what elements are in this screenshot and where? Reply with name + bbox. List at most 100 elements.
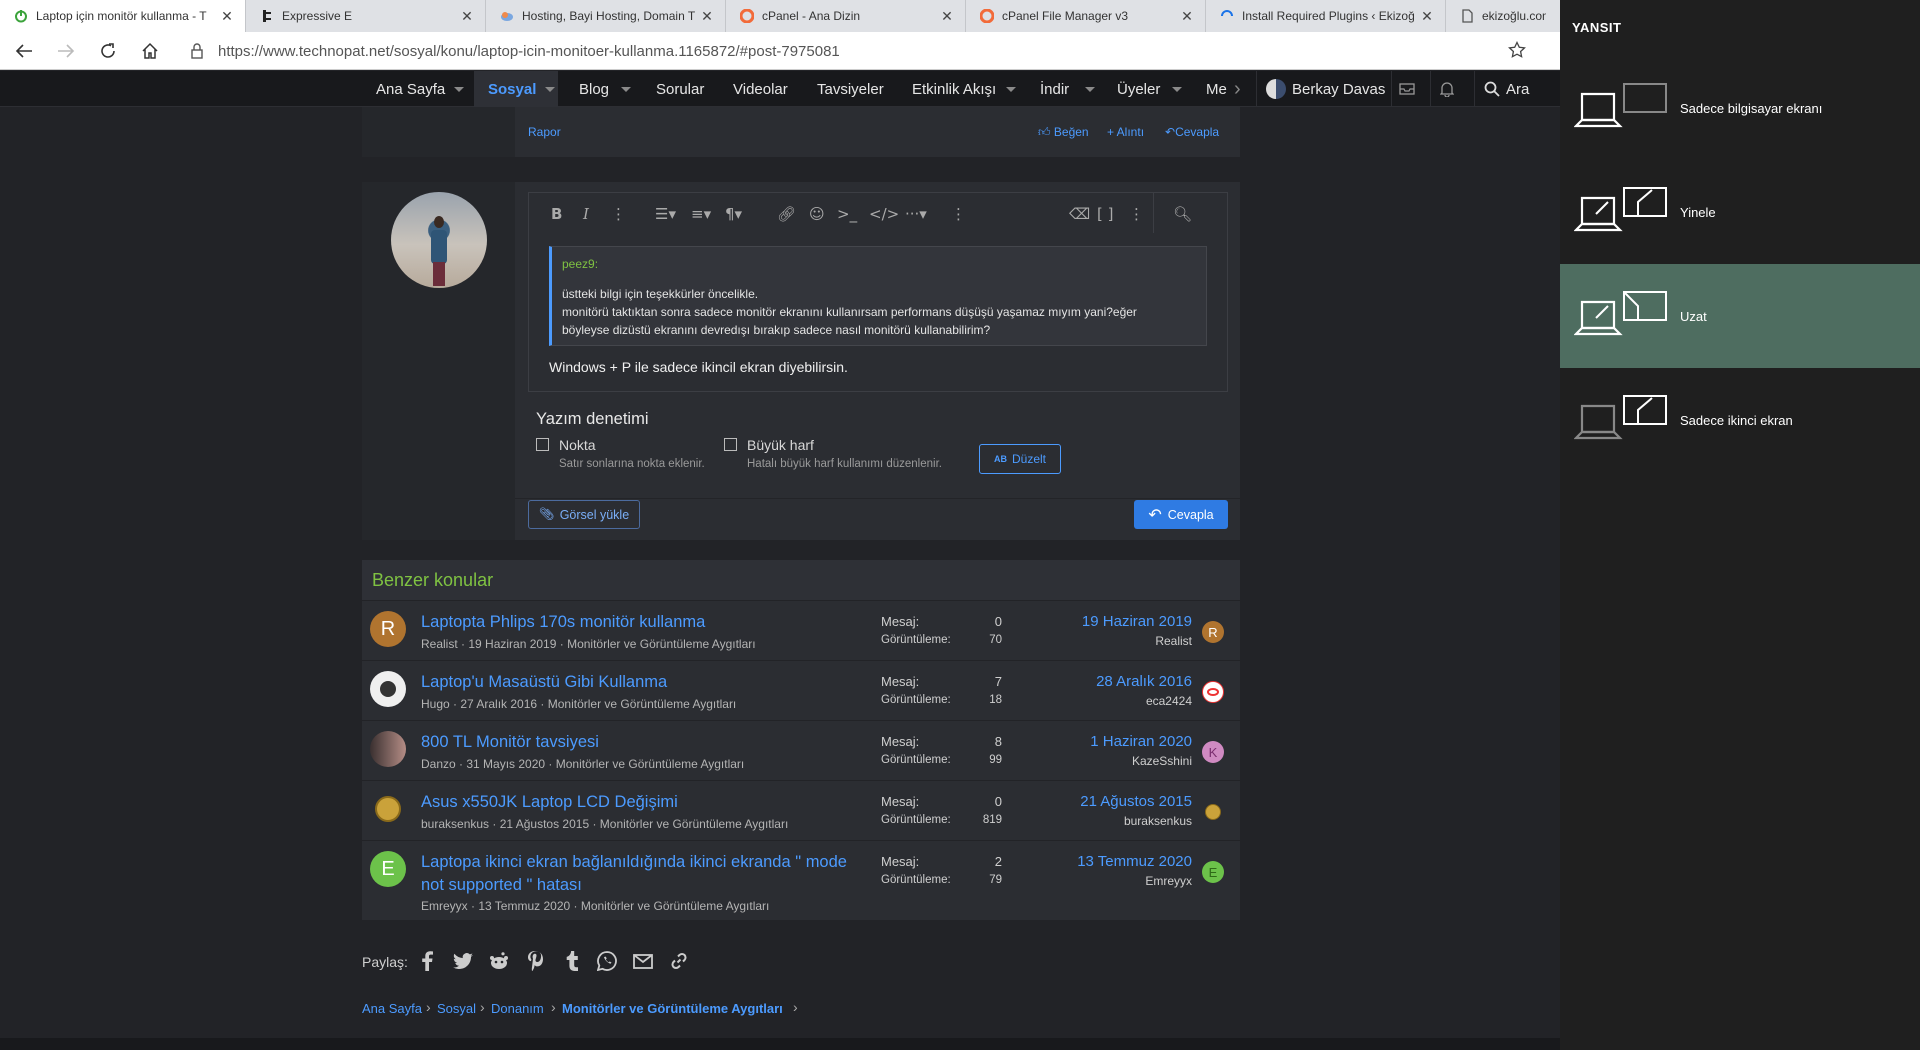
paragraph-icon[interactable]: ¶▾: [725, 205, 742, 223]
nav-videolar[interactable]: Videolar: [733, 71, 788, 107]
project-option-pc-only[interactable]: Sadece bilgisayar ekranı: [1560, 56, 1920, 160]
last-post-date[interactable]: 28 Aralık 2016: [1096, 673, 1192, 690]
editor-box[interactable]: B I ⋮ ☰▾ ≡▾ ¶▾ 🔗︎ ☺ >_ </> ···▾ ⋮ ⌫ [ ] …: [528, 192, 1228, 392]
whatsapp-icon[interactable]: [596, 950, 618, 972]
close-icon[interactable]: ✕: [459, 8, 475, 25]
last-post-date[interactable]: 21 Ağustos 2015: [1080, 793, 1192, 810]
checkbox-nokta[interactable]: [536, 438, 549, 451]
more-vertical-icon[interactable]: ⋮: [951, 205, 966, 223]
pinterest-icon[interactable]: [524, 950, 546, 972]
message-text[interactable]: Windows + P ile sadece ikincil ekran diy…: [549, 359, 848, 375]
table-row[interactable]: R Laptopta Phlips 170s monitör kullanma …: [362, 601, 1240, 661]
code-icon[interactable]: </>: [869, 205, 899, 223]
more-vertical-icon[interactable]: ⋮: [1129, 205, 1144, 223]
thread-title[interactable]: Laptopa ikinci ekran bağlanıldığında iki…: [421, 853, 847, 872]
smiley-icon[interactable]: ☺: [809, 205, 825, 223]
thread-title[interactable]: 800 TL Monitör tavsiyesi: [421, 733, 599, 752]
tab-hosting[interactable]: Hosting, Bayi Hosting, Domain T ✕: [486, 0, 726, 32]
last-post-user[interactable]: Emreyyx: [1145, 874, 1192, 888]
preview-icon[interactable]: 🔍︎: [1173, 205, 1192, 223]
nav-members[interactable]: Üyeler: [1117, 71, 1160, 107]
chevron-down-icon[interactable]: [1085, 87, 1095, 92]
quote-link[interactable]: + Alıntı: [1107, 125, 1144, 139]
brackets-icon[interactable]: [ ]: [1097, 205, 1113, 223]
breadcrumb-current[interactable]: Monitörler ve Görüntüleme Aygıtları: [562, 1001, 783, 1016]
forward-button[interactable]: [48, 36, 84, 66]
tab-technopat[interactable]: Laptop için monitör kullanma - T ✕: [0, 0, 246, 32]
home-button[interactable]: [132, 36, 168, 66]
bold-icon[interactable]: B: [551, 205, 562, 223]
back-button[interactable]: [6, 36, 42, 66]
nav-tavsiyeler[interactable]: Tavsiyeler: [817, 71, 884, 107]
project-option-duplicate[interactable]: Yinele: [1560, 160, 1920, 264]
table-row[interactable]: Asus x550JK Laptop LCD Değişimi buraksen…: [362, 781, 1240, 841]
eraser-icon[interactable]: ⌫: [1069, 205, 1090, 223]
nav-download[interactable]: İndir: [1040, 71, 1069, 107]
alerts-button[interactable]: [1440, 71, 1460, 107]
italic-icon[interactable]: I: [583, 205, 589, 223]
last-post-user[interactable]: buraksenkus: [1124, 814, 1192, 828]
close-icon[interactable]: ✕: [219, 8, 235, 25]
close-icon[interactable]: ✕: [939, 8, 955, 25]
submit-reply-button[interactable]: ↶ Cevapla: [1134, 500, 1228, 529]
inbox-button[interactable]: [1399, 71, 1423, 107]
fix-button[interactable]: AB Düzelt: [979, 444, 1061, 474]
email-icon[interactable]: [632, 950, 654, 972]
link-icon[interactable]: [668, 950, 690, 972]
terminal-icon[interactable]: >_: [837, 205, 857, 223]
last-post-user[interactable]: eca2424: [1146, 694, 1192, 708]
facebook-icon[interactable]: [416, 950, 438, 972]
close-icon[interactable]: ✕: [1179, 8, 1195, 25]
thread-title[interactable]: Laptop'u Masaüstü Gibi Kullanma: [421, 673, 667, 692]
reddit-icon[interactable]: [488, 950, 510, 972]
nav-scroll-right-icon[interactable]: ›: [1234, 71, 1241, 107]
nav-more[interactable]: Me: [1206, 71, 1227, 107]
last-post-date[interactable]: 19 Haziran 2019: [1082, 613, 1192, 630]
report-link[interactable]: Rapor: [528, 125, 561, 139]
tab-expressive[interactable]: Expressive E ✕: [246, 0, 486, 32]
table-row[interactable]: E Laptopa ikinci ekran bağlanıldığında i…: [362, 841, 1240, 921]
project-option-extend[interactable]: Uzat: [1560, 264, 1920, 368]
chevron-down-icon[interactable]: [1172, 87, 1182, 92]
more-vertical-icon[interactable]: ⋮: [611, 205, 626, 223]
twitter-icon[interactable]: [452, 950, 474, 972]
align-icon[interactable]: ≡▾: [691, 205, 711, 223]
like-link[interactable]: 👍︎ Beğen: [1038, 125, 1089, 140]
nav-sorular[interactable]: Sorular: [656, 71, 704, 107]
table-row[interactable]: 800 TL Monitör tavsiyesi Danzo · 31 Mayı…: [362, 721, 1240, 781]
last-post-date[interactable]: 13 Temmuz 2020: [1077, 853, 1192, 870]
last-post-user[interactable]: KazeSshini: [1132, 754, 1192, 768]
chevron-down-icon[interactable]: [545, 87, 555, 92]
refresh-button[interactable]: [90, 36, 126, 66]
user-menu[interactable]: Berkay Davas: [1266, 71, 1385, 107]
nav-home[interactable]: Ana Sayfa: [376, 71, 445, 107]
project-option-second-only[interactable]: Sadece ikinci ekran: [1560, 368, 1920, 472]
thread-title-line2[interactable]: not supported " hatası: [421, 876, 582, 895]
nav-blog[interactable]: Blog: [579, 71, 609, 107]
favorite-button[interactable]: [1508, 41, 1526, 59]
breadcrumb-item[interactable]: Ana Sayfa: [362, 1001, 422, 1016]
search-button[interactable]: Ara: [1484, 71, 1560, 107]
checkbox-buyuk-harf[interactable]: [724, 438, 737, 451]
table-row[interactable]: Laptop'u Masaüstü Gibi Kullanma Hugo · 2…: [362, 661, 1240, 721]
chevron-down-icon[interactable]: [1006, 87, 1016, 92]
close-icon[interactable]: ✕: [1419, 8, 1435, 25]
reply-link[interactable]: ↶Cevapla: [1165, 125, 1219, 139]
list-icon[interactable]: ☰▾: [655, 205, 676, 223]
breadcrumb-item[interactable]: Donanım: [491, 1001, 544, 1016]
url-field[interactable]: https://www.technopat.net/sosyal/konu/la…: [190, 38, 1520, 64]
thread-title[interactable]: Laptopta Phlips 170s monitör kullanma: [421, 613, 705, 632]
tab-cpanel-files[interactable]: cPanel File Manager v3 ✕: [966, 0, 1206, 32]
tab-ekizoglu[interactable]: ekizoğlu.com: [1446, 0, 1556, 32]
tab-plugins[interactable]: Install Required Plugins ‹ Ekizoğ ✕: [1206, 0, 1446, 32]
breadcrumb-item[interactable]: Sosyal: [437, 1001, 476, 1016]
tumblr-icon[interactable]: [560, 950, 582, 972]
last-post-user[interactable]: Realist: [1155, 634, 1192, 648]
tab-cpanel[interactable]: cPanel - Ana Dizin ✕: [726, 0, 966, 32]
link-icon[interactable]: 🔗︎: [777, 205, 796, 223]
close-icon[interactable]: ✕: [699, 8, 715, 25]
nav-activity[interactable]: Etkinlik Akışı: [912, 71, 996, 107]
upload-image-button[interactable]: 📎︎ Görsel yükle: [528, 500, 640, 529]
chevron-down-icon[interactable]: [454, 87, 464, 92]
more-horizontal-icon[interactable]: ···▾: [905, 205, 927, 223]
